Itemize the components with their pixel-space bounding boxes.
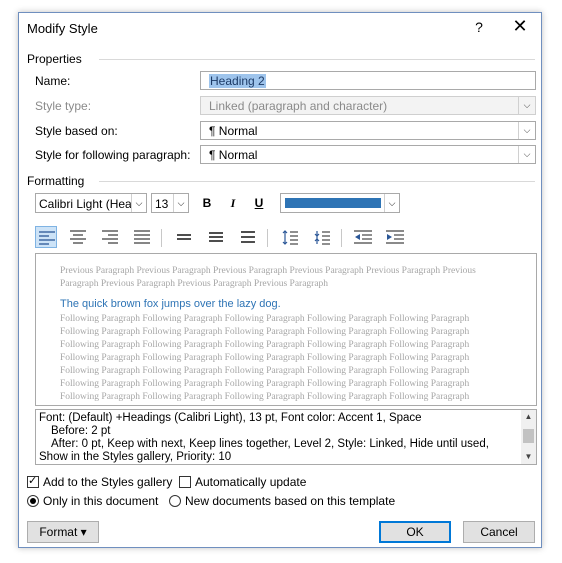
toolbar-divider <box>161 229 162 247</box>
preview-following-paragraph: Following Paragraph Following Paragraph … <box>60 314 470 402</box>
new-documents-radio[interactable] <box>169 495 181 507</box>
auto-update-label[interactable]: Automatically update <box>195 475 306 489</box>
increase-paragraph-spacing-icon[interactable] <box>279 226 301 248</box>
single-spacing-icon[interactable] <box>173 226 195 248</box>
chevron-down-icon: ⌵ <box>518 97 535 114</box>
justify-icon[interactable] <box>131 226 153 248</box>
scroll-down-icon[interactable]: ▼ <box>521 450 536 464</box>
based-on-label: Style based on: <box>35 124 118 138</box>
add-to-gallery-checkbox[interactable] <box>27 474 39 488</box>
close-icon[interactable]: ✕ <box>508 16 532 37</box>
name-value: Heading 2 <box>209 74 266 88</box>
decrease-indent-icon[interactable] <box>351 226 373 248</box>
following-paragraph-label: Style for following paragraph: <box>35 148 191 162</box>
align-left-icon[interactable] <box>35 226 57 248</box>
align-right-icon[interactable] <box>99 226 121 248</box>
font-size-select[interactable]: 13 ⌵ <box>151 193 189 213</box>
style-type-value: Linked (paragraph and character) <box>209 99 388 113</box>
formatting-divider <box>99 181 535 182</box>
chevron-down-icon[interactable]: ⌵ <box>384 194 399 212</box>
style-type-label: Style type: <box>35 99 92 113</box>
toolbar-divider <box>341 229 342 247</box>
description-scrollbar[interactable]: ▲ ▼ <box>521 410 536 464</box>
font-name-value: Calibri Light (Head <box>39 197 131 211</box>
only-this-document-radio[interactable] <box>27 495 39 507</box>
description-line: Font: (Default) +Headings (Calibri Light… <box>39 412 422 424</box>
toolbar-divider <box>267 229 268 247</box>
formatting-section-label: Formatting <box>27 174 85 188</box>
dialog-title: Modify Style <box>27 21 98 36</box>
description-line: After: 0 pt, Keep with next, Keep lines … <box>51 438 489 450</box>
style-type-select: Linked (paragraph and character) ⌵ <box>200 96 536 115</box>
one-half-spacing-icon[interactable] <box>205 226 227 248</box>
name-input[interactable]: Heading 2 <box>200 71 536 90</box>
description-line: Show in the Styles gallery, Priority: 10 <box>39 451 232 463</box>
align-center-icon[interactable] <box>67 226 89 248</box>
style-description-box: Font: (Default) +Headings (Calibri Light… <box>35 409 537 465</box>
style-preview-pane: Previous Paragraph Previous Paragraph Pr… <box>35 253 537 406</box>
following-paragraph-value: ¶ Normal <box>209 148 258 162</box>
based-on-value: ¶ Normal <box>209 124 258 138</box>
chevron-down-icon[interactable]: ⌵ <box>131 194 146 212</box>
font-name-select[interactable]: Calibri Light (Head ⌵ <box>35 193 147 213</box>
add-to-gallery-label[interactable]: Add to the Styles gallery <box>43 475 172 489</box>
font-color-swatch <box>285 198 381 208</box>
based-on-select[interactable]: ¶ Normal ⌵ <box>200 121 536 140</box>
format-button[interactable]: Format ▾ <box>27 521 99 543</box>
scroll-up-icon[interactable]: ▲ <box>521 410 536 424</box>
cancel-button[interactable]: Cancel <box>463 521 535 543</box>
font-color-select[interactable]: ⌵ <box>280 193 400 213</box>
new-documents-label[interactable]: New documents based on this template <box>185 494 395 508</box>
ok-button[interactable]: OK <box>379 521 451 543</box>
properties-divider <box>99 59 535 60</box>
bold-button[interactable]: B <box>197 193 217 213</box>
chevron-down-icon[interactable]: ⌵ <box>518 146 535 163</box>
preview-sample-text: The quick brown fox jumps over the lazy … <box>60 298 281 310</box>
chevron-down-icon[interactable]: ⌵ <box>173 194 188 212</box>
decrease-paragraph-spacing-icon[interactable] <box>311 226 333 248</box>
modify-style-dialog: Modify Style ? ✕ Properties Name: Headin… <box>18 12 542 548</box>
help-icon[interactable]: ? <box>469 19 489 35</box>
font-size-value: 13 <box>155 197 169 211</box>
underline-button[interactable]: U <box>249 193 269 213</box>
only-this-document-label[interactable]: Only in this document <box>43 494 158 508</box>
title-bar: Modify Style ? ✕ <box>19 13 541 45</box>
name-label: Name: <box>35 74 71 88</box>
preview-previous-paragraph: Previous Paragraph Previous Paragraph Pr… <box>60 266 476 289</box>
increase-indent-icon[interactable] <box>383 226 405 248</box>
chevron-down-icon[interactable]: ⌵ <box>518 122 535 139</box>
auto-update-checkbox[interactable] <box>179 476 191 488</box>
double-spacing-icon[interactable] <box>237 226 259 248</box>
scroll-thumb[interactable] <box>523 429 534 443</box>
properties-section-label: Properties <box>27 52 82 66</box>
following-paragraph-select[interactable]: ¶ Normal ⌵ <box>200 145 536 164</box>
italic-button[interactable]: I <box>223 193 243 213</box>
description-line: Before: 2 pt <box>51 425 111 437</box>
